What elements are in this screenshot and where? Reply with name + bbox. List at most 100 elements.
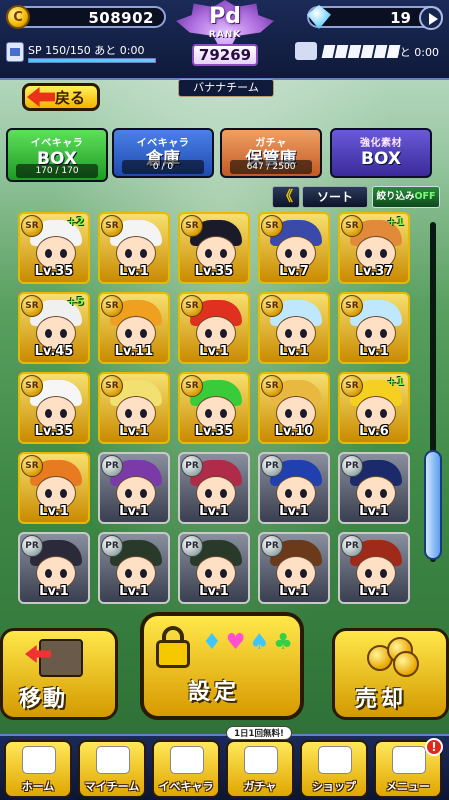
gem-counter: 19 [307,5,443,30]
nav-label: イベキャラ [158,780,214,793]
gem-purchase-button[interactable] [419,6,443,30]
tab-gacha-storage[interactable]: ガチャ 保管庫 647 / 2500 [220,128,322,178]
level-label: Lv.45 [34,344,74,359]
sell-label: 売却 [355,687,408,712]
stamina-bars [321,45,401,58]
back-arrow-icon [27,87,55,107]
action-bar: 移動 ♦ ♥ ♠ ♣ 設定 売却 [0,612,449,734]
level-label: Lv.1 [119,584,149,599]
tab-material-box[interactable]: 強化素材 BOX [330,128,432,178]
limit-break-count: +1 [387,215,404,228]
back-label: 戻る [55,88,86,107]
rarity-badge: SR [181,215,203,237]
nav-event-chara[interactable]: イベキャラ [152,740,220,798]
tab-event-chara-warehouse[interactable]: イベキャラ 倉庫 0 / 0 [112,128,214,178]
sp-text: SP 150/150 あと 0:00 [28,44,145,57]
level-label: Lv.35 [34,424,74,439]
character-card[interactable]: SR Lv.1 [98,372,170,444]
character-card[interactable]: PR Lv.1 [98,532,170,604]
character-card[interactable]: SR Lv.1 [338,292,410,364]
home-icon [22,746,56,774]
rarity-badge: SR [261,215,283,237]
nav-label: ガチャ [243,780,277,793]
character-card[interactable]: SR Lv.1 [18,452,90,524]
nav-shop[interactable]: ショップ [300,740,368,798]
level-label: Lv.1 [119,424,149,439]
stamina-icon [295,42,317,60]
nav-label: ホーム [21,780,55,793]
character-card[interactable]: PR Lv.1 [338,532,410,604]
character-card[interactable]: SR Lv.35 [178,372,250,444]
scroll-thumb[interactable] [424,450,442,560]
character-card[interactable]: PR Lv.1 [18,532,90,604]
lock-settings-button[interactable]: ♦ ♥ ♠ ♣ 設定 [140,612,304,720]
nav-gacha[interactable]: ガチャ [226,740,294,798]
character-card[interactable]: SR Lv.1 [258,292,330,364]
character-card[interactable]: SR Lv.7 [258,212,330,284]
character-card[interactable]: SR Lv.1 [98,212,170,284]
character-card[interactable]: SR Lv.1 [178,292,250,364]
character-card[interactable]: SR Lv.35 [178,212,250,284]
tab-line1: 強化素材 [360,138,402,149]
category-tabs: イベキャラ BOX 170 / 170 イベキャラ 倉庫 0 / 0 ガチャ 保… [0,128,449,182]
character-card[interactable]: SR +2 Lv.35 [18,212,90,284]
rarity-badge: PR [261,535,283,557]
level-label: Lv.1 [279,584,309,599]
character-card[interactable]: PR Lv.1 [178,452,250,524]
nav-my-team[interactable]: マイチーム [78,740,146,798]
level-label: Lv.35 [194,424,234,439]
team-icon [96,746,130,774]
character-card[interactable]: PR Lv.1 [98,452,170,524]
settings-label: 設定 [188,680,241,705]
sp-meter: SP 150/150 あと 0:00 [6,40,156,68]
card-suits-icon: ♦ ♥ ♠ ♣ [202,630,293,655]
filter-button[interactable]: 絞り込みOFF [372,186,440,208]
shop-icon [318,746,352,774]
limit-break-count: +2 [67,215,84,228]
character-card[interactable]: PR Lv.1 [178,532,250,604]
level-label: Lv.1 [279,504,309,519]
filter-label: 絞り込み [376,191,415,202]
character-card[interactable]: SR +1 Lv.6 [338,372,410,444]
character-card[interactable]: SR Lv.10 [258,372,330,444]
tab-count: 0 / 0 [122,160,204,174]
level-label: Lv.1 [279,344,309,359]
nav-home[interactable]: ホーム [4,740,72,798]
move-button[interactable]: 移動 [0,628,118,720]
sp-icon [6,42,24,62]
rarity-badge: PR [101,535,123,557]
sort-toolbar: 《 ソート 絞り込みOFF [0,184,449,210]
tab-line2: BOX [361,149,401,169]
character-card[interactable]: SR Lv.11 [98,292,170,364]
character-card[interactable]: SR +5 Lv.45 [18,292,90,364]
tab-count: 170 / 170 [16,164,98,178]
rarity-badge: SR [21,375,43,397]
level-label: Lv.1 [39,504,69,519]
coin-value: 508902 [88,9,154,27]
rarity-badge: PR [181,535,203,557]
nav-label: マイチーム [84,780,140,793]
tab-event-chara-box[interactable]: イベキャラ BOX 170 / 170 [6,128,108,182]
level-label: Lv.1 [199,344,229,359]
rarity-badge: SR [341,295,363,317]
character-card[interactable]: PR Lv.1 [258,452,330,524]
rank-letter: Pd [209,4,241,29]
rank-badge[interactable]: Pd RANK 79269 [168,0,282,82]
sell-button[interactable]: 売却 [332,628,449,720]
rarity-badge: SR [21,455,43,477]
level-label: Lv.1 [359,584,389,599]
character-card[interactable]: SR Lv.35 [18,372,90,444]
menu-alert-badge: ! [425,738,443,756]
sort-button[interactable]: ソート [302,186,368,208]
gacha-icon [244,746,278,774]
level-label: Lv.7 [279,264,309,279]
sp-bar [28,58,156,63]
sort-order-button[interactable]: 《 [272,186,300,208]
back-button[interactable]: 戻る [22,83,100,111]
character-card[interactable]: SR +1 Lv.37 [338,212,410,284]
character-card[interactable]: PR Lv.1 [258,532,330,604]
rarity-badge: SR [21,295,43,317]
tab-line1: ガチャ [255,138,287,149]
character-card[interactable]: PR Lv.1 [338,452,410,524]
move-label: 移動 [19,687,68,712]
